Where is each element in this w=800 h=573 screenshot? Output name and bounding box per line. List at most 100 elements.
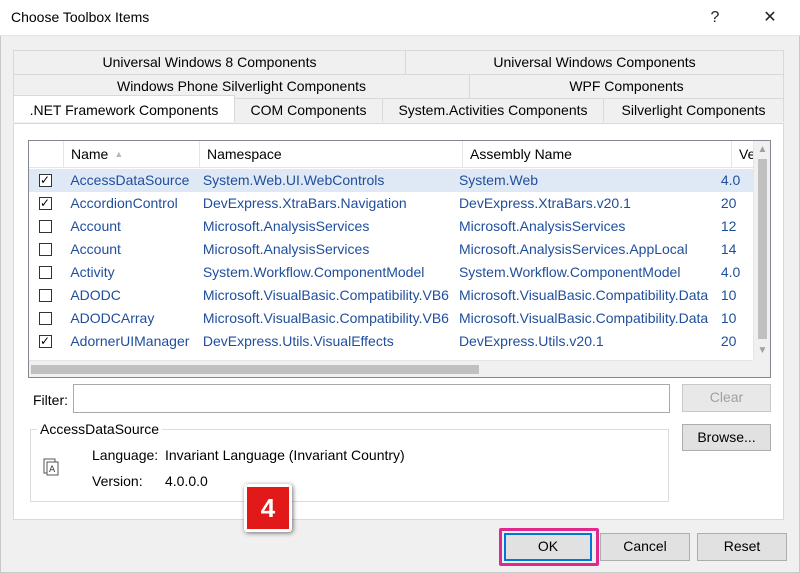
- horizontal-scrollbar[interactable]: [29, 360, 753, 377]
- assembly-icon: A: [43, 458, 59, 476]
- components-grid[interactable]: Name ▲ Namespace Assembly Name Ve ✓ Access…: [28, 140, 771, 378]
- cancel-button[interactable]: Cancel: [600, 533, 690, 561]
- row-name: AccessDataSource: [70, 172, 190, 188]
- table-row[interactable]: Account Microsoft.AnalysisServices Microso…: [29, 238, 753, 261]
- header-assembly-name[interactable]: Assembly Name: [463, 141, 732, 168]
- close-button[interactable]: ✕: [747, 0, 793, 36]
- table-row[interactable]: ADODC Microsoft.VisualBasic.Compatibility…: [29, 284, 753, 307]
- checkbox-checked[interactable]: ✓: [39, 173, 52, 187]
- row-checkbox-cell: [29, 307, 63, 330]
- tab-universal-windows-8[interactable]: Universal Windows 8 Components: [13, 50, 406, 74]
- browse-button[interactable]: Browse...: [682, 424, 771, 451]
- tab-silverlight[interactable]: Silverlight Components: [604, 98, 784, 122]
- row-checkbox-cell: ✓: [29, 169, 63, 192]
- row-name: AdornerUIManager: [70, 333, 190, 349]
- row-namespace: Microsoft.VisualBasic.Compatibility.VB6: [202, 310, 449, 326]
- checkbox-unchecked[interactable]: [39, 312, 52, 325]
- checkbox-checked[interactable]: ✓: [39, 196, 52, 210]
- details-group-title: AccessDataSource: [37, 421, 163, 437]
- tab-net-framework[interactable]: .NET Framework Components: [13, 95, 235, 122]
- version-label: Version:: [92, 473, 143, 489]
- row-checkbox-cell: [29, 238, 63, 261]
- row-version: 14: [720, 241, 737, 257]
- details-group: [30, 429, 669, 502]
- horizontal-scroll-thumb[interactable]: [31, 365, 479, 374]
- table-row[interactable]: Account Microsoft.AnalysisServices Microso…: [29, 215, 753, 238]
- scrollbar-corner: [753, 360, 770, 377]
- svg-text:A: A: [49, 465, 56, 475]
- row-checkbox-cell: [29, 261, 63, 284]
- header-name-label: Name: [71, 146, 109, 162]
- row-assembly-name: DevExpress.Utils.v20.1: [458, 333, 604, 349]
- scroll-down-icon[interactable]: ▼: [754, 342, 770, 359]
- row-namespace: System.Web.UI.WebControls: [202, 172, 385, 188]
- vertical-scroll-thumb[interactable]: [758, 159, 767, 339]
- table-row[interactable]: ✓ AdornerUIManager DevExpress.Utils.Visual…: [29, 330, 753, 353]
- table-row[interactable]: ✓ AccessDataSource System.Web.UI.WebContro…: [29, 169, 753, 192]
- checkbox-unchecked[interactable]: [39, 243, 52, 256]
- checkmark-icon: ✓: [40, 173, 51, 187]
- header-namespace[interactable]: Namespace: [200, 141, 463, 168]
- table-row[interactable]: ADODCArray Microsoft.VisualBasic.Compatib…: [29, 307, 753, 330]
- row-name: Activity: [70, 264, 115, 280]
- row-name: ADODCArray: [70, 310, 155, 326]
- grid-header: Name ▲ Namespace Assembly Name Ve: [29, 141, 770, 168]
- reset-button[interactable]: Reset: [697, 533, 787, 561]
- row-assembly-name: System.Web: [458, 172, 539, 188]
- header-name[interactable]: Name ▲: [64, 141, 200, 168]
- row-name: ADODC: [70, 287, 121, 303]
- row-version: 4.0: [720, 172, 741, 188]
- ok-highlight-frame: [499, 528, 599, 566]
- version-value: 4.0.0.0: [165, 473, 208, 489]
- row-assembly-name: DevExpress.XtraBars.v20.1: [458, 195, 631, 211]
- checkbox-checked[interactable]: ✓: [39, 334, 52, 348]
- tab-row-3: .NET Framework Components COM Components…: [13, 95, 784, 122]
- row-checkbox-cell: [29, 215, 63, 238]
- checkbox-unchecked[interactable]: [39, 289, 52, 302]
- checkmark-icon: ✓: [40, 196, 51, 210]
- row-namespace: Microsoft.VisualBasic.Compatibility.VB6: [202, 287, 449, 303]
- row-version: 10: [720, 310, 737, 326]
- row-namespace: DevExpress.XtraBars.Navigation: [202, 195, 407, 211]
- row-namespace: System.Workflow.ComponentModel: [202, 264, 425, 280]
- row-checkbox-cell: [29, 284, 63, 307]
- row-version: 10: [720, 287, 737, 303]
- language-value: Invariant Language (Invariant Country): [165, 447, 405, 463]
- row-version: 20: [720, 195, 737, 211]
- row-namespace: Microsoft.AnalysisServices: [202, 241, 370, 257]
- tab-system-activities[interactable]: System.Activities Components: [383, 98, 604, 122]
- title-bar: Choose Toolbox Items ? ✕: [0, 0, 800, 36]
- step-number-badge: 4: [244, 484, 292, 532]
- scroll-up-icon[interactable]: ▲: [754, 141, 770, 158]
- tab-wpf[interactable]: WPF Components: [470, 74, 784, 98]
- checkmark-icon: ✓: [40, 334, 51, 348]
- tab-com[interactable]: COM Components: [235, 98, 383, 122]
- window-title: Choose Toolbox Items: [11, 9, 150, 25]
- row-assembly-name: System.Workflow.ComponentModel: [458, 264, 681, 280]
- checkbox-unchecked[interactable]: [39, 220, 52, 233]
- help-button[interactable]: ?: [692, 0, 738, 36]
- filter-label: Filter:: [33, 392, 68, 408]
- tab-universal-windows[interactable]: Universal Windows Components: [406, 50, 784, 74]
- row-assembly-name: Microsoft.AnalysisServices: [458, 218, 626, 234]
- clear-button[interactable]: Clear: [682, 384, 771, 412]
- table-row[interactable]: Activity System.Workflow.ComponentModel Sy…: [29, 261, 753, 284]
- table-row[interactable]: ✓ AccordionControl DevExpress.XtraBars.Nav…: [29, 192, 753, 215]
- row-checkbox-cell: ✓: [29, 192, 63, 215]
- row-assembly-name: Microsoft.VisualBasic.Compatibility.Data: [458, 287, 709, 303]
- row-version: 20: [720, 333, 737, 349]
- row-name: Account: [70, 241, 121, 257]
- filter-input[interactable]: [73, 384, 670, 413]
- row-assembly-name: Microsoft.VisualBasic.Compatibility.Data: [458, 310, 709, 326]
- tab-row-1: Universal Windows 8 Components Universal…: [13, 50, 784, 74]
- row-name: AccordionControl: [70, 195, 178, 211]
- row-namespace: DevExpress.Utils.VisualEffects: [202, 333, 394, 349]
- sort-ascending-icon: ▲: [114, 149, 124, 159]
- language-label: Language:: [92, 447, 159, 463]
- vertical-scrollbar[interactable]: ▲ ▼: [753, 141, 770, 360]
- row-namespace: Microsoft.AnalysisServices: [202, 218, 370, 234]
- checkbox-unchecked[interactable]: [39, 266, 52, 279]
- row-version: 4.0: [720, 264, 741, 280]
- row-version: 12: [720, 218, 737, 234]
- row-assembly-name: Microsoft.AnalysisServices.AppLocal: [458, 241, 688, 257]
